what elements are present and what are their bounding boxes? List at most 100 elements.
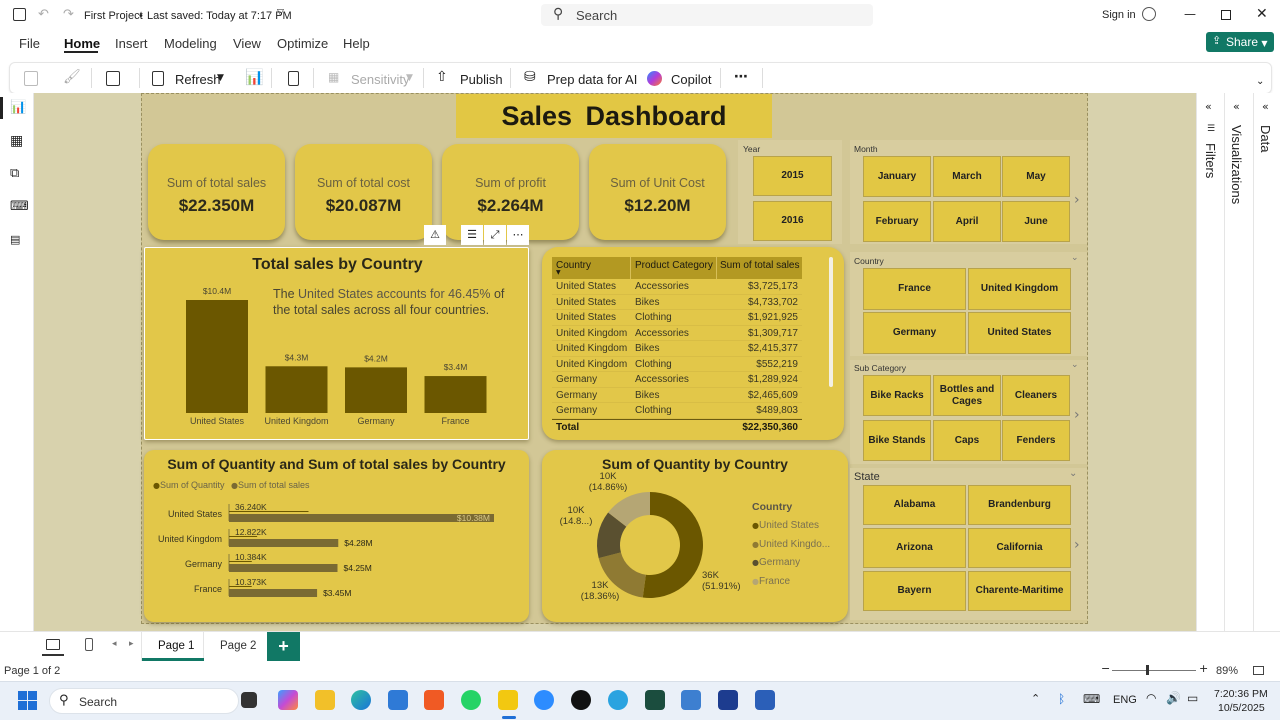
menu-insert[interactable]: Insert <box>115 36 148 51</box>
month-option[interactable]: January <box>863 156 931 197</box>
model-view-icon[interactable]: ⧉ <box>10 167 19 180</box>
table-row[interactable]: United Kingdom Accessories $1,309,717 <box>552 326 802 341</box>
zoom-out-icon[interactable]: − <box>1101 663 1110 674</box>
table-row[interactable]: Germany Clothing $489,803 <box>552 403 802 419</box>
user-icon[interactable] <box>1142 7 1156 21</box>
minimize-icon[interactable]: — <box>1184 8 1196 20</box>
sort-icon[interactable]: ▼ <box>556 270 561 276</box>
filters-pane-label[interactable]: Filters <box>1203 143 1218 178</box>
volume-icon[interactable]: 🔊 <box>1166 692 1181 704</box>
tmdl-view-icon[interactable]: ▤ <box>10 234 20 245</box>
prep-data-button[interactable]: Prep data for AI <box>547 72 637 87</box>
table-header-sales[interactable]: Sum of total sales <box>720 260 799 271</box>
menu-help[interactable]: Help <box>343 36 370 51</box>
file-explorer-icon[interactable] <box>315 690 335 710</box>
undo-icon[interactable]: ↶ <box>38 8 49 21</box>
x-icon[interactable] <box>571 690 591 710</box>
legend-item[interactable]: ●France <box>752 573 830 592</box>
subcategory-option[interactable]: Caps <box>933 420 1001 461</box>
visualizations-pane-label[interactable]: Visualizations <box>1229 125 1244 204</box>
tab-page-2[interactable]: Page 2 <box>204 632 267 661</box>
warning-icon[interactable]: ⚠ <box>424 225 446 245</box>
country-option[interactable]: France <box>863 268 966 310</box>
bluetooth-icon[interactable]: ᛒ <box>1058 693 1065 705</box>
state-option[interactable]: Alabama <box>863 485 966 525</box>
close-icon[interactable]: ✕ <box>1256 7 1268 21</box>
publish-button[interactable]: Publish <box>460 72 503 87</box>
menu-home[interactable]: Home <box>64 36 100 51</box>
dax-query-icon[interactable]: ⌨ <box>10 200 29 213</box>
expand-data-icon[interactable]: « <box>1262 101 1269 112</box>
power-bi-icon[interactable] <box>498 690 518 710</box>
chevron-right-icon[interactable]: › <box>1074 408 1080 422</box>
zoom-icon[interactable] <box>534 690 554 710</box>
word-icon[interactable] <box>755 690 775 710</box>
refresh-button[interactable]: Refresh <box>175 72 221 87</box>
state-option[interactable]: Bayern <box>863 571 966 611</box>
desktop-layout-icon[interactable] <box>46 639 60 650</box>
table-row[interactable]: United Kingdom Clothing $552,219 <box>552 357 802 372</box>
chevron-down-icon[interactable]: ⌄ <box>1071 361 1079 370</box>
chevron-down-icon[interactable]: ▼ <box>217 74 224 83</box>
table-header-category[interactable]: Product Category <box>635 260 713 271</box>
table-row[interactable]: Germany Accessories $1,289,924 <box>552 372 802 388</box>
table-row[interactable]: United States Accessories $3,725,173 <box>552 279 802 295</box>
mobile-layout-icon[interactable] <box>85 638 93 651</box>
prev-page-icon[interactable]: ◂ <box>112 640 117 649</box>
chevron-right-icon[interactable]: › <box>1074 193 1080 207</box>
battery-icon[interactable]: ▭ <box>1187 692 1198 704</box>
month-option[interactable]: May <box>1002 156 1070 197</box>
chevron-right-icon[interactable]: › <box>1074 538 1080 552</box>
search-box[interactable]: ⚲ Search <box>541 4 873 26</box>
table-view-icon[interactable]: ▦ <box>10 134 23 148</box>
state-option[interactable]: Charente-Maritime <box>968 571 1071 611</box>
show-hidden-icons[interactable]: ⌃ <box>1031 693 1040 704</box>
table-scrollbar[interactable] <box>829 257 833 387</box>
country-option[interactable]: Germany <box>863 312 966 354</box>
month-option[interactable]: June <box>1002 201 1070 242</box>
legend-item[interactable]: ●United Kingdo... <box>752 536 830 555</box>
data-source-icon[interactable] <box>106 71 120 86</box>
menu-optimize[interactable]: Optimize <box>277 36 328 51</box>
subcategory-option[interactable]: Fenders <box>1002 420 1070 461</box>
kpi-card-unit-cost[interactable]: Sum of Unit Cost $12.20M <box>589 144 726 240</box>
expand-visualizations-icon[interactable]: « <box>1233 101 1240 112</box>
quantity-by-country-donut[interactable]: Sum of Quantity by Country 36K (51.91%) 13… <box>542 450 848 622</box>
filter-icon[interactable]: ☰ <box>461 225 483 245</box>
month-option[interactable]: April <box>933 201 1001 242</box>
subcategory-option[interactable]: Cleaners <box>1002 375 1070 416</box>
copilot-icon[interactable] <box>647 71 662 86</box>
format-painter-icon[interactable]: 🖌 <box>63 70 81 84</box>
table-row[interactable]: Germany Bikes $2,465,609 <box>552 388 802 403</box>
fit-to-page-icon[interactable] <box>1253 666 1264 675</box>
chevron-down-icon[interactable]: ⌄ <box>1069 469 1077 479</box>
redo-icon[interactable]: ↷ <box>63 8 74 21</box>
chatgpt-icon[interactable] <box>645 690 665 710</box>
expand-filters-icon[interactable]: « <box>1205 101 1212 112</box>
clock-date[interactable]: 10/5/2025 <box>1218 702 1265 714</box>
more-options-icon[interactable]: ⋯ <box>734 70 748 84</box>
copilot-taskbar-icon[interactable] <box>278 690 298 710</box>
store-icon[interactable] <box>388 690 408 710</box>
menu-file[interactable]: File <box>19 36 40 51</box>
next-page-icon[interactable]: ▸ <box>129 640 134 649</box>
table-row[interactable]: United Kingdom Bikes $2,415,377 <box>552 341 802 357</box>
country-option[interactable]: United States <box>968 312 1071 354</box>
maximize-icon[interactable] <box>1221 10 1231 20</box>
subcategory-option[interactable]: Bike Stands <box>863 420 931 461</box>
focus-mode-icon[interactable]: ⤢ <box>484 225 506 245</box>
save-icon[interactable] <box>13 8 26 21</box>
refresh-icon[interactable] <box>152 71 164 86</box>
publish-icon[interactable]: ⇧ <box>436 70 448 84</box>
legend-item[interactable]: ●United States <box>752 517 830 536</box>
project-name[interactable]: First Project <box>84 10 143 22</box>
keyboard-icon[interactable]: ⌨ <box>1083 693 1100 705</box>
tab-page-1[interactable]: Page 1 <box>141 632 205 661</box>
language-indicator[interactable]: ENG <box>1113 694 1137 706</box>
photos-icon[interactable] <box>681 690 701 710</box>
menu-modeling[interactable]: Modeling <box>164 36 217 51</box>
kpi-card-total-sales[interactable]: Sum of total sales $22.350M <box>148 144 285 240</box>
zoom-slider-thumb[interactable] <box>1146 665 1149 675</box>
zoom-in-icon[interactable]: + <box>1199 663 1208 674</box>
taskbar-search[interactable]: ⚲ Search <box>49 688 239 714</box>
